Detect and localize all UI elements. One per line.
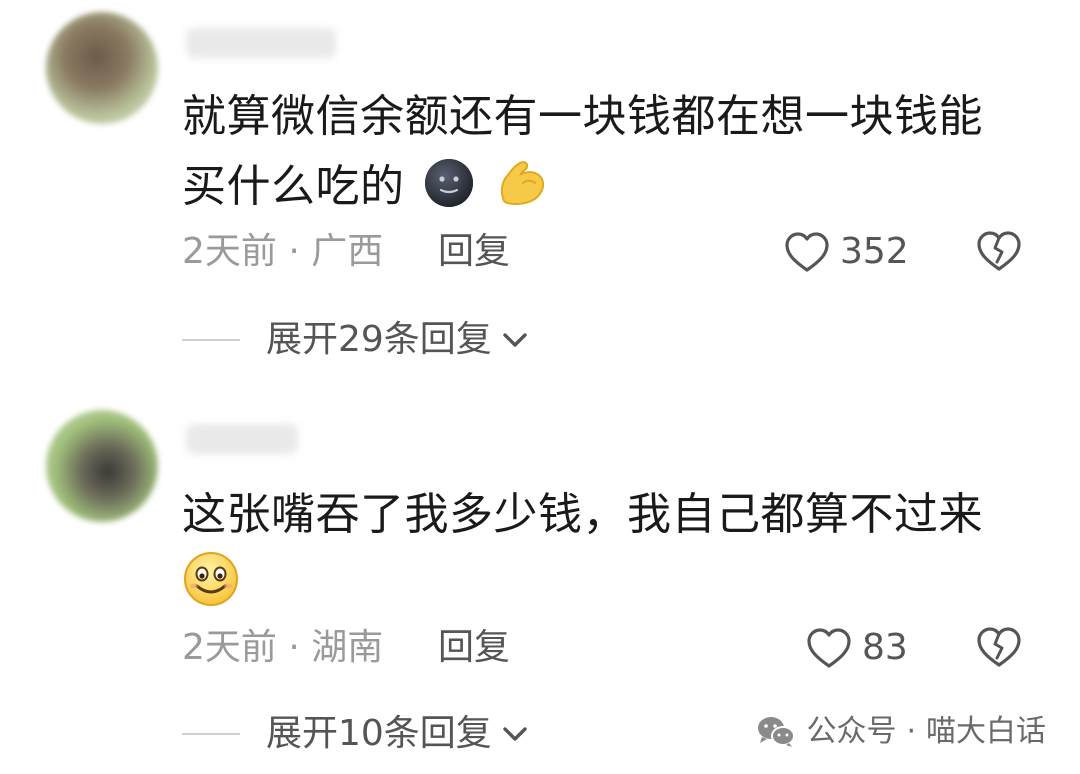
meta-separator: · bbox=[288, 627, 300, 668]
watermark-account: 喵大白话 bbox=[926, 714, 1046, 749]
divider-line bbox=[182, 733, 240, 735]
comment-location: 湖南 bbox=[311, 627, 384, 668]
comment-meta: 2天前 · 湖南 bbox=[182, 626, 383, 670]
expand-replies-button[interactable]: 展开10条回复 bbox=[182, 712, 530, 756]
smiling-face-icon bbox=[182, 550, 240, 629]
comment-item: 这张嘴吞了我多少钱，我自己都算不过来 2天前 · 湖南 回复 83 展开10条回… bbox=[0, 0, 1080, 774]
chevron-down-icon bbox=[503, 727, 527, 741]
comment-time: 2天前 bbox=[182, 627, 277, 668]
broken-heart-icon bbox=[977, 627, 1021, 667]
wechat-icon bbox=[758, 717, 796, 747]
expand-replies-label: 展开10条回复 bbox=[266, 713, 492, 754]
watermark-separator: · bbox=[906, 714, 916, 749]
username-blurred[interactable] bbox=[186, 424, 298, 454]
heart-icon bbox=[807, 628, 851, 668]
like-count: 83 bbox=[862, 627, 908, 668]
avatar[interactable] bbox=[46, 410, 158, 522]
comment-text-line: 这张嘴吞了我多少钱，我自己都算不过来 bbox=[182, 489, 983, 540]
watermark-channel: 公众号 bbox=[806, 714, 897, 749]
watermark: 公众号 · 喵大白话 bbox=[756, 712, 1046, 752]
like-button[interactable]: 83 bbox=[806, 626, 908, 670]
reply-button[interactable]: 回复 bbox=[438, 626, 510, 670]
dislike-button[interactable] bbox=[976, 626, 1022, 672]
comment-text: 这张嘴吞了我多少钱，我自己都算不过来 bbox=[182, 480, 1022, 629]
